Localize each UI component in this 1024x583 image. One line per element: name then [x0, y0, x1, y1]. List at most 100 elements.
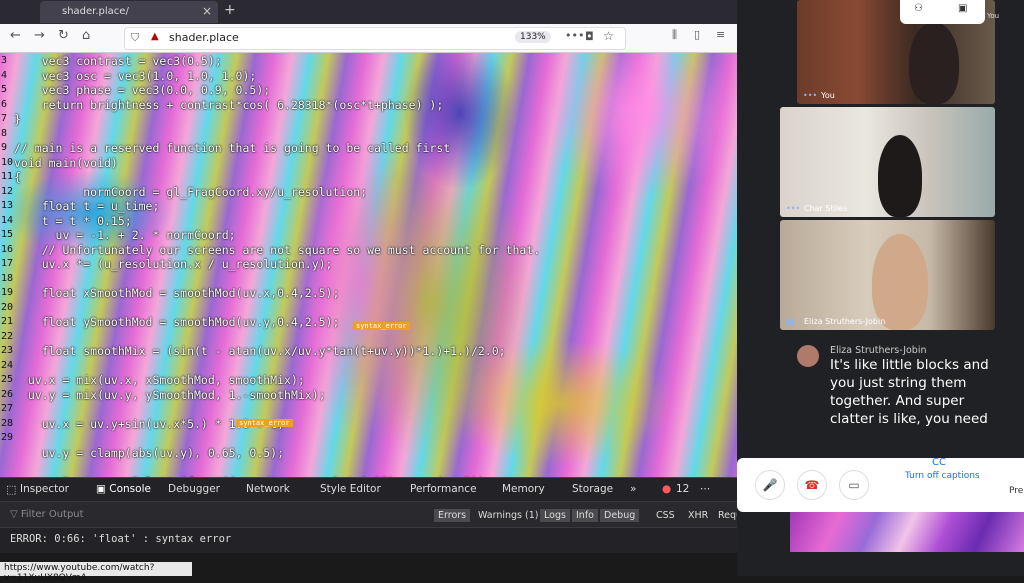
tab-performance[interactable]: Performance [410, 483, 477, 495]
tab-network[interactable]: Network [246, 483, 290, 495]
line-number: 19 [1, 287, 14, 298]
filter-warnings[interactable]: Warnings (1) [474, 509, 542, 522]
shield-icon[interactable]: ⛉ [131, 31, 139, 45]
code-line[interactable]: // main is a reserved function that is g… [14, 141, 450, 155]
url-text[interactable]: shader.place [169, 31, 239, 44]
participant-video [878, 135, 922, 217]
reload-button[interactable]: ↻ [58, 28, 69, 43]
filter-input[interactable]: ▽ Filter Output [10, 509, 84, 520]
filter-xhr[interactable]: XHR [684, 509, 712, 522]
line-number: 23 [1, 345, 14, 356]
mic-button[interactable]: 🎤 [755, 470, 785, 500]
captions-icon: CC [932, 457, 946, 468]
page-actions-icon[interactable]: ••• [565, 29, 584, 42]
code-line[interactable]: return brightness + contrast*cos( 6.2831… [14, 98, 444, 112]
chat-icon[interactable]: ▣ [958, 3, 967, 14]
captions-button[interactable]: Turn off captions [905, 471, 980, 481]
tab-style-editor[interactable]: Style Editor [320, 483, 381, 495]
meet-top-controls: ⚇ ▣ [900, 0, 985, 24]
participant-tile[interactable]: ••• Char Stiles [780, 107, 995, 217]
line-number: 8 [1, 127, 8, 139]
shader-canvas[interactable]: 3 vec3 contrast = vec3(0.5); 4 vec3 osc =… [0, 53, 737, 477]
filter-css[interactable]: CSS [652, 509, 679, 522]
code-line[interactable]: vec3 phase = vec3(0.0, 0.9, 0.5); [14, 83, 271, 97]
home-button[interactable]: ⌂ [82, 28, 90, 43]
code-line[interactable]: uv.x *= (u_resolution.x / u_resolution.y… [14, 257, 333, 271]
line-number: 7 [1, 113, 8, 124]
status-url: https://www.youtube.com/watch?v=11XuUX8Q… [4, 563, 155, 583]
menu-icon[interactable]: ≡ [716, 28, 725, 41]
code-line[interactable]: float ySmoothMod = smoothMod(uv.y,0.4,2.… [14, 315, 340, 329]
zoom-level[interactable]: 133% [515, 31, 551, 43]
navigation-bar: ← → ↻ ⌂ ⛉ ▲ shader.place 133% ••• ◘ ☆ ⫼ … [0, 24, 737, 53]
filter-info[interactable]: Info [572, 509, 598, 522]
tab-memory[interactable]: Memory [502, 483, 545, 495]
code-line[interactable]: t = t * 0.15; [14, 214, 132, 228]
url-bar[interactable]: ⛉ ▲ shader.place 133% ••• ◘ ☆ [124, 27, 626, 50]
code-line[interactable]: float xSmoothMod = smoothMod(uv.x,0.4,2.… [14, 286, 340, 300]
speaking-indicator-icon: ••• [803, 91, 818, 100]
tab-inspector[interactable]: Inspector [20, 483, 69, 495]
line-number: 12 [1, 185, 14, 197]
error-count[interactable]: 12 [676, 483, 689, 495]
participant-tile[interactable]: ▮▮ Eliza Struthers-Jobin [780, 220, 995, 330]
line-number: 27 [1, 403, 14, 414]
site-icon: ▲ [151, 31, 159, 42]
tab-close-icon[interactable]: × [202, 4, 212, 18]
self-label: You [987, 12, 1000, 20]
code-line[interactable]: void main(void) [14, 156, 118, 170]
tab-storage[interactable]: Storage [572, 483, 613, 495]
participant-name: Eliza Struthers-Jobin [804, 317, 886, 326]
camera-button[interactable]: ▭ [839, 470, 869, 500]
code-line[interactable]: float smoothMix = (sin(t - atan(uv.x/uv.… [14, 344, 506, 358]
filter-placeholder: Filter Output [20, 509, 84, 520]
pick-element-icon[interactable]: ⬚ [6, 483, 16, 496]
browser-tab[interactable]: shader.place/ × [40, 1, 218, 23]
present-button[interactable]: Pre [1009, 486, 1023, 496]
line-number: 20 [1, 301, 14, 313]
code-line[interactable]: uv.y = mix(uv.y, ySmoothMod, 1.-smoothMi… [14, 388, 326, 402]
code-line[interactable]: normCoord = gl_FragCoord.xy/u_resolution… [14, 185, 367, 199]
code-line[interactable]: // Unfortunately our screens are not squ… [14, 243, 541, 257]
code-line[interactable]: uv.y = clamp(abs(uv.y), 0.65, 0.5); [14, 446, 284, 460]
filter-errors[interactable]: Errors [434, 509, 471, 522]
participant-name: Char Stiles [804, 204, 848, 213]
new-tab-button[interactable]: + [224, 2, 236, 18]
filter-debug[interactable]: Debug [600, 509, 640, 522]
code-line[interactable]: float t = u_time; [14, 199, 160, 213]
line-number: 3 [1, 55, 8, 66]
line-number: 4 [1, 69, 8, 81]
line-number: 26 [1, 388, 14, 400]
participant-video [872, 234, 928, 330]
participant-name: You [821, 91, 835, 100]
participant-video [909, 22, 959, 104]
tab-console[interactable]: ▣ Console [96, 483, 151, 495]
tab-overflow[interactable]: » [630, 483, 636, 495]
filter-logs[interactable]: Logs [540, 509, 570, 522]
code-line[interactable]: uv.x = mix(uv.x, xSmoothMod, smoothMix); [14, 373, 305, 387]
line-number: 21 [1, 316, 14, 327]
console-error-message: ERROR: 0:66: 'float' : syntax error [10, 533, 232, 545]
code-line[interactable]: } [14, 112, 21, 126]
line-number: 17 [1, 258, 14, 269]
forward-button[interactable]: → [34, 28, 45, 43]
bookmark-star-icon[interactable]: ☆ [603, 29, 614, 43]
code-line[interactable]: uv = -1. + 2. * normCoord; [14, 228, 236, 242]
hangup-button[interactable]: ☎ [797, 470, 827, 500]
participants-icon[interactable]: ⚇ [914, 3, 923, 14]
pocket-icon[interactable]: ◘ [585, 30, 594, 43]
library-icon[interactable]: ⫼ [672, 28, 677, 42]
browser-tab-bar: shader.place/ × + [0, 0, 737, 24]
back-button[interactable]: ← [10, 28, 21, 43]
code-line[interactable]: { [14, 170, 21, 184]
tab-debugger[interactable]: Debugger [168, 483, 220, 495]
sidebar-icon[interactable]: ▯ [694, 28, 700, 41]
devtools-menu-icon[interactable]: ⋯ [700, 483, 711, 495]
console-output: ERROR: 0:66: 'float' : syntax error [0, 527, 790, 553]
console-icon: ▣ [96, 483, 110, 495]
tab-title: shader.place/ [62, 6, 129, 17]
code-line[interactable]: vec3 osc = vec3(1.0, 1.0, 1.0); [14, 69, 257, 83]
mic-active-icon: ▮▮ [786, 317, 795, 326]
devtools-toolbar: ⬚ Inspector ▣ Console Debugger Network S… [0, 477, 737, 502]
code-line[interactable]: vec3 contrast = vec3(0.5); [14, 54, 222, 68]
